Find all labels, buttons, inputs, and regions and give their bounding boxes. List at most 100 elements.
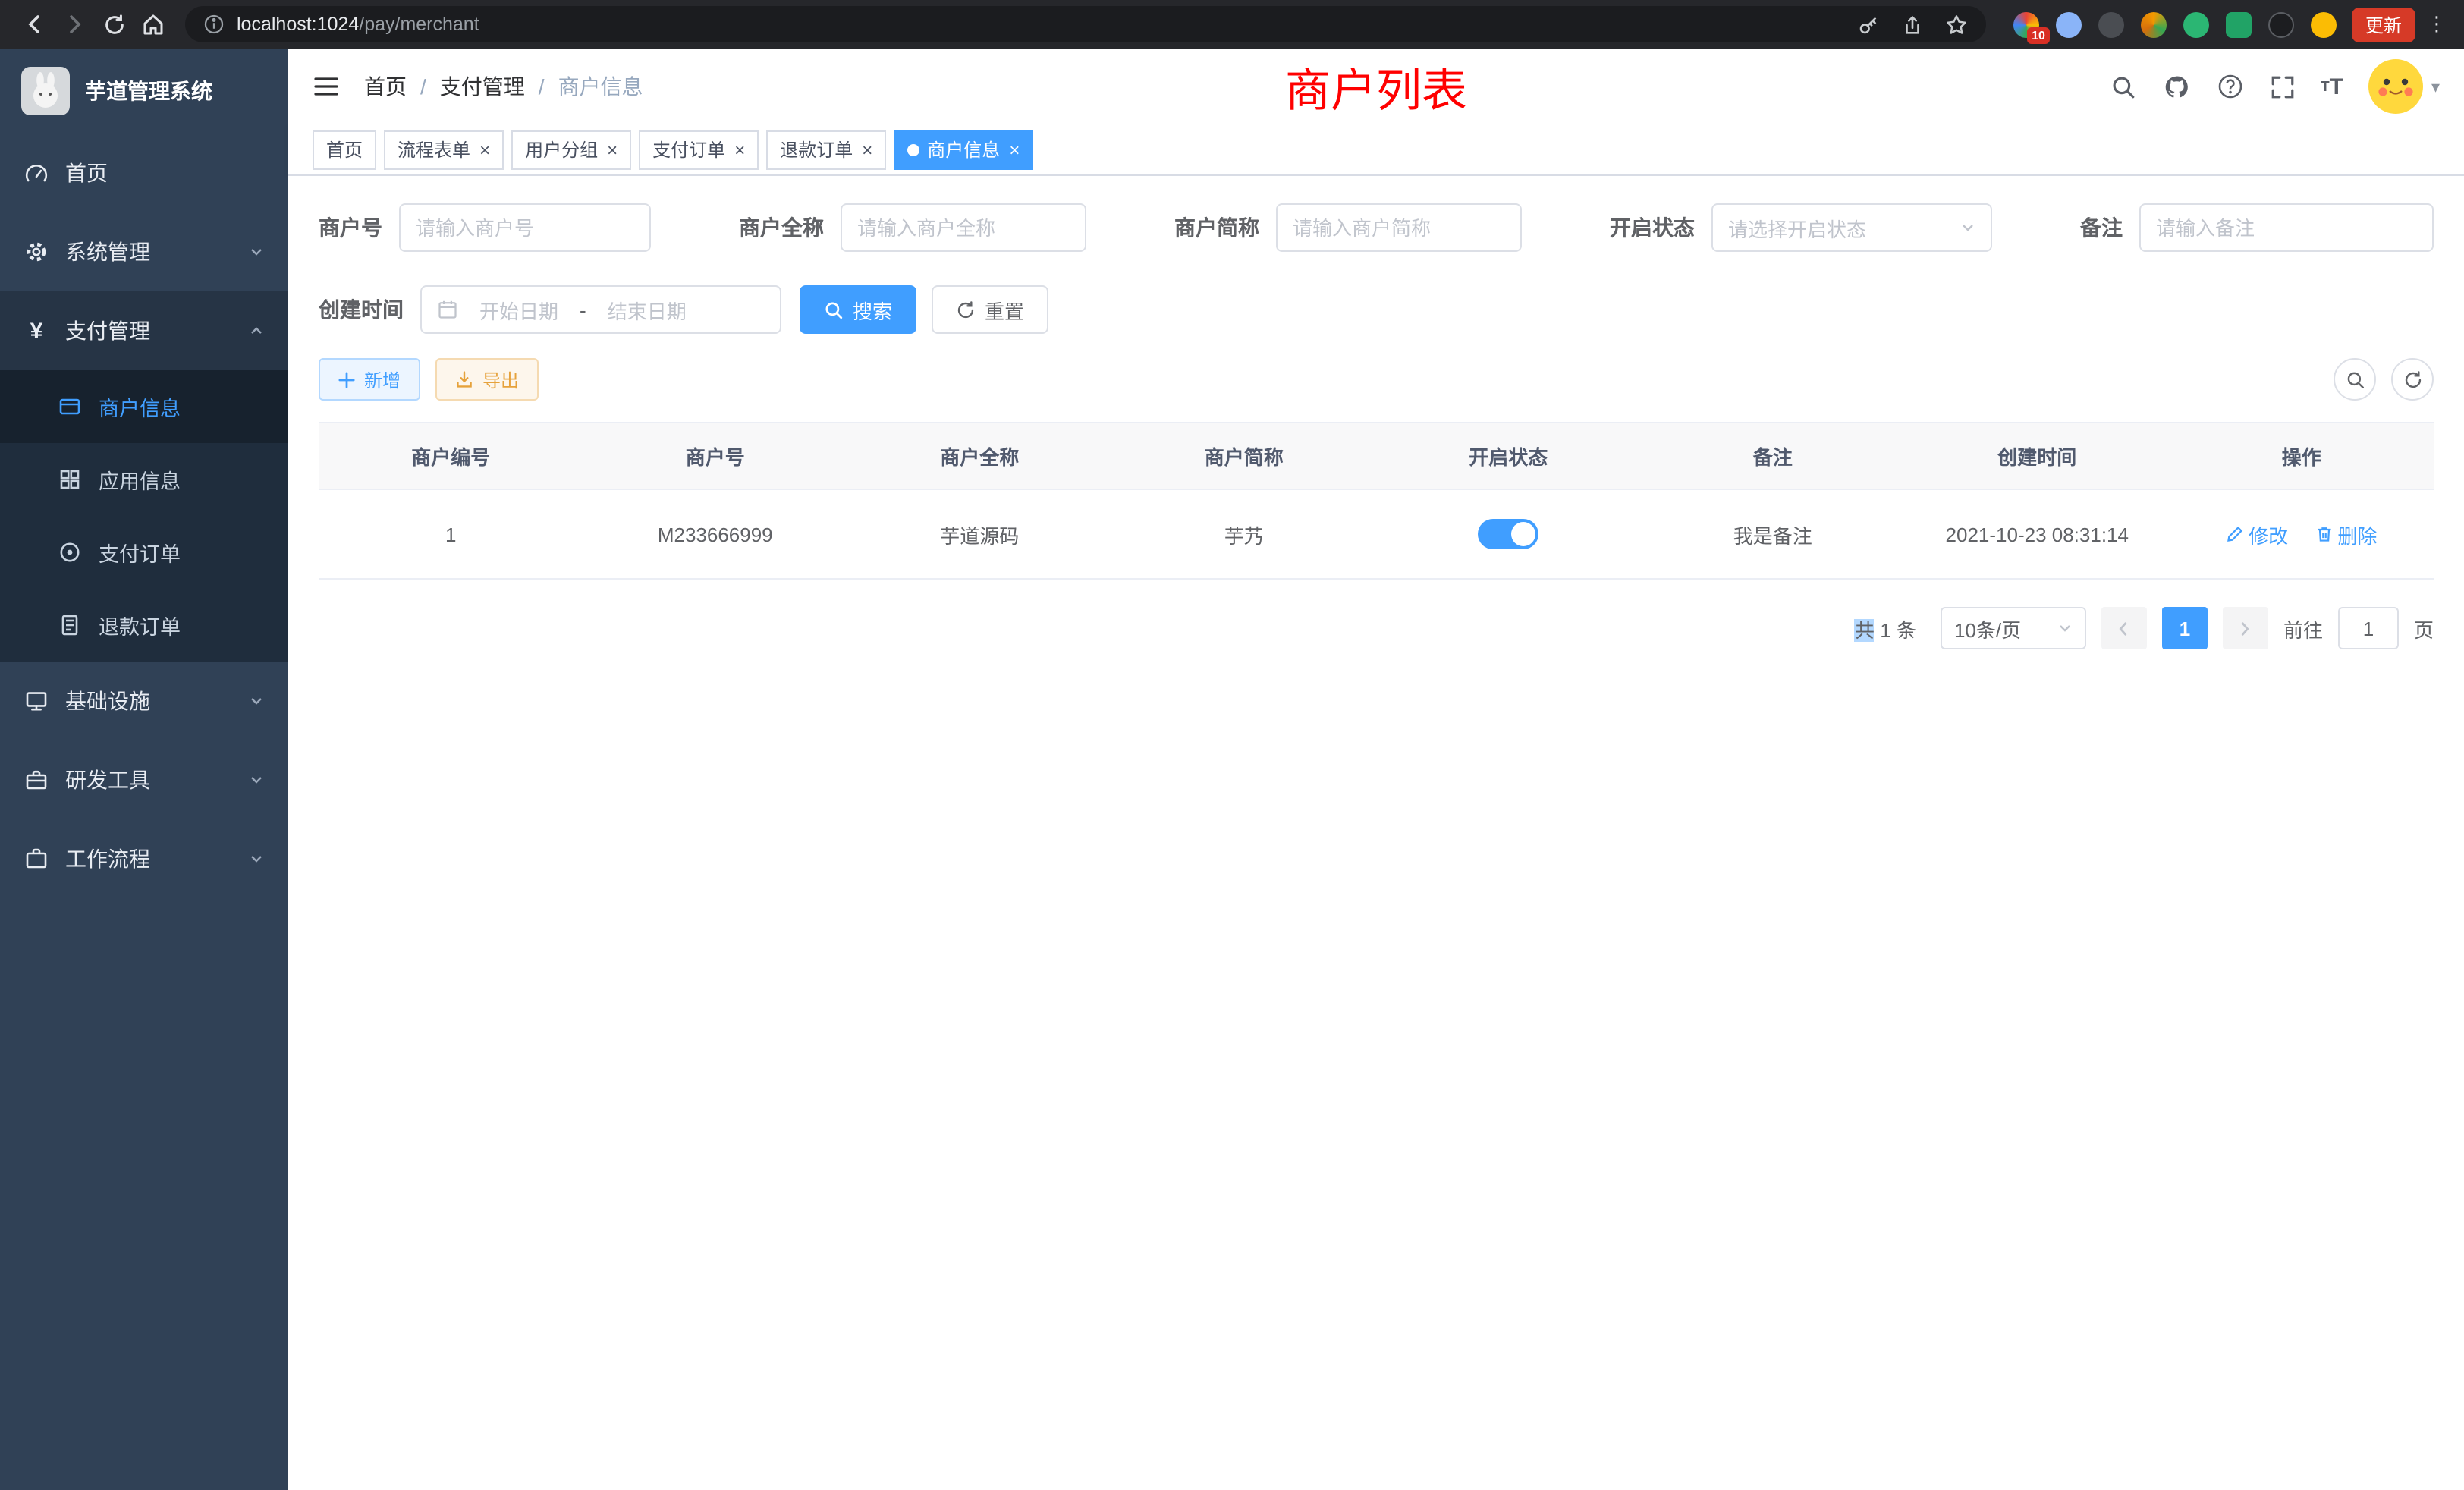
key-icon[interactable] [1857, 13, 1880, 36]
chevron-down-icon [1960, 220, 1975, 235]
sidebar-item-pay-order[interactable]: 支付订单 [0, 516, 288, 589]
sidebar-item-home[interactable]: 首页 [0, 134, 288, 212]
cell-create-time: 2021-10-23 08:31:14 [1905, 489, 2170, 579]
refresh-table-icon[interactable] [2391, 358, 2434, 401]
sidebar-item-workflow[interactable]: 工作流程 [0, 819, 288, 898]
close-icon[interactable]: × [607, 140, 618, 159]
reset-button[interactable]: 重置 [932, 285, 1048, 334]
annotation-merchant-list: 商户列表 [1285, 53, 1467, 120]
extension-badge: 10 [2027, 27, 2050, 43]
next-page-button[interactable] [2223, 607, 2268, 649]
workflow-icon [24, 847, 49, 871]
toggle-search-icon[interactable] [2334, 358, 2376, 401]
create-time-range-picker[interactable]: 开始日期 - 结束日期 [420, 285, 781, 334]
address-bar[interactable]: localhost:1024/pay/merchant [185, 6, 1986, 42]
prev-page-button[interactable] [2101, 607, 2147, 649]
edit-button[interactable]: 修改 [2226, 520, 2288, 549]
remark-input[interactable] [2139, 203, 2434, 252]
delete-button[interactable]: 删除 [2315, 520, 2377, 549]
search-icon[interactable] [2110, 74, 2136, 99]
tab-process-form[interactable]: 流程表单× [384, 130, 504, 169]
extension-avatar-icon[interactable] [2141, 11, 2167, 37]
reload-icon[interactable] [94, 5, 134, 44]
chevron-down-icon [249, 851, 264, 866]
close-icon[interactable]: × [862, 140, 872, 159]
table-header-row: 商户编号 商户号 商户全称 商户简称 开启状态 备注 创建时间 操作 [319, 423, 2434, 489]
extension-emoji-icon[interactable] [2311, 11, 2337, 37]
filter-label: 商户号 [319, 212, 382, 243]
star-icon[interactable] [1945, 13, 1968, 36]
merchant-no-input[interactable] [399, 203, 651, 252]
github-icon[interactable] [2162, 72, 2191, 101]
short-name-input[interactable] [1276, 203, 1522, 252]
extension-knot-icon[interactable] [2268, 11, 2294, 37]
select-placeholder: 请选择开启状态 [1728, 213, 1866, 242]
chevron-down-icon [249, 693, 264, 709]
avatar-image [2369, 59, 2424, 114]
cell-merchant-no: M233666999 [583, 489, 848, 579]
app-title: 芋道管理系统 [85, 76, 212, 106]
sidebar-item-label: 基础设施 [65, 686, 150, 716]
breadcrumb-item-current: 商户信息 [558, 71, 643, 102]
page-size-select[interactable]: 10条/页 [1941, 607, 2086, 649]
chevron-up-icon [249, 323, 264, 338]
close-icon[interactable]: × [1009, 140, 1020, 159]
question-icon[interactable] [2217, 73, 2244, 100]
infrastructure-icon [24, 689, 49, 713]
status-toggle[interactable] [1478, 519, 1538, 549]
sidebar-item-dev-tools[interactable]: 研发工具 [0, 740, 288, 819]
extension-drop-icon[interactable] [2056, 11, 2082, 37]
extension-green-circle-icon[interactable] [2183, 11, 2209, 37]
fullscreen-icon[interactable] [2270, 74, 2296, 99]
full-name-input[interactable] [841, 203, 1086, 252]
browser-update-button[interactable]: 更新 [2352, 7, 2415, 42]
tags-view: 首页 流程表单× 用户分组× 支付订单× 退款订单× 商户信息× [288, 124, 2464, 176]
user-avatar[interactable]: ▾ [2369, 59, 2440, 114]
tab-home[interactable]: 首页 [313, 130, 376, 169]
close-icon[interactable]: × [734, 140, 745, 159]
sidebar-item-payment[interactable]: ¥ 支付管理 [0, 291, 288, 370]
extension-green-square-icon[interactable] [2226, 11, 2252, 37]
chevron-down-icon [249, 772, 264, 787]
column-header: 商户全称 [847, 423, 1112, 489]
search-button[interactable]: 搜索 [800, 285, 916, 334]
page-number-1[interactable]: 1 [2162, 607, 2208, 649]
sidebar-item-system[interactable]: 系统管理 [0, 212, 288, 291]
content-area: 商户号 商户全称 商户简称 开启状态 请选择开启状态 [288, 176, 2464, 1490]
extension-palette-icon[interactable]: 10 [2013, 11, 2039, 37]
sidebar-item-label: 工作流程 [65, 844, 150, 874]
sidebar-item-infrastructure[interactable]: 基础设施 [0, 662, 288, 740]
page: localhost:1024/pay/merchant 10 [0, 0, 2464, 1490]
goto-page-input[interactable] [2338, 607, 2399, 649]
home-icon[interactable] [134, 5, 173, 44]
sidebar-item-app-info[interactable]: 应用信息 [0, 443, 288, 516]
forward-icon[interactable] [55, 5, 94, 44]
filter-label: 创建时间 [319, 294, 404, 325]
tab-user-group[interactable]: 用户分组× [511, 130, 631, 169]
share-icon[interactable] [1901, 13, 1924, 36]
merchant-table: 商户编号 商户号 商户全称 商户简称 开启状态 备注 创建时间 操作 1 [319, 422, 2434, 580]
tab-merchant-info[interactable]: 商户信息× [894, 130, 1033, 169]
font-size-icon[interactable]: TT [2321, 74, 2343, 99]
info-icon[interactable] [203, 14, 225, 35]
sidebar-item-refund-order[interactable]: 退款订单 [0, 589, 288, 662]
filter-label: 商户全称 [739, 212, 824, 243]
add-button[interactable]: 新增 [319, 358, 420, 401]
sidebar-item-label: 研发工具 [65, 765, 150, 795]
breadcrumb-item[interactable]: 首页 [364, 71, 407, 102]
tab-refund-order[interactable]: 退款订单× [766, 130, 886, 169]
close-icon[interactable]: × [479, 140, 490, 159]
sidebar-item-merchant-info[interactable]: 商户信息 [0, 370, 288, 443]
hamburger-icon[interactable] [313, 74, 340, 99]
tab-pay-order[interactable]: 支付订单× [639, 130, 759, 169]
status-select[interactable]: 请选择开启状态 [1711, 203, 1992, 252]
chevron-down-icon [2057, 621, 2073, 636]
breadcrumb-item[interactable]: 支付管理 [440, 71, 525, 102]
export-button[interactable]: 导出 [435, 358, 539, 401]
kebab-menu-icon[interactable]: ⋮ [2425, 12, 2449, 36]
back-icon[interactable] [15, 5, 55, 44]
extension-dark-circle-icon[interactable] [2098, 11, 2124, 37]
column-header: 开启状态 [1376, 423, 1641, 489]
sidebar-logo[interactable]: 芋道管理系统 [0, 49, 288, 134]
column-header: 操作 [2170, 423, 2434, 489]
